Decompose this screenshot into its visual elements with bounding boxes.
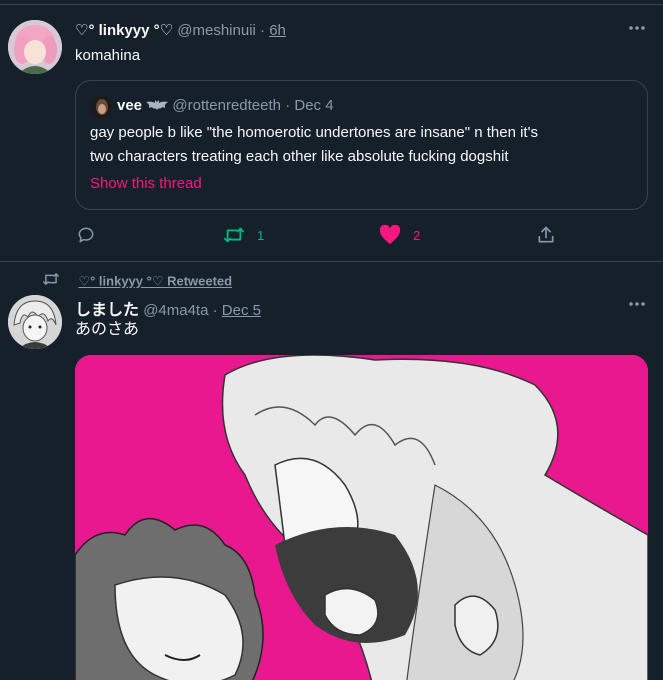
quote-avatar [90,96,112,118]
separator-dot: · [212,302,218,319]
tweet-text: あのさあ [75,321,140,338]
more-icon[interactable] [627,18,647,43]
tweet-image[interactable] [75,355,648,680]
more-icon[interactable] [627,294,647,319]
avatar-4ma4ta[interactable] [8,295,62,349]
reply-button[interactable] [76,225,96,245]
retweeted-by-label[interactable]: ♡° linkyyy °♡ Retweeted [78,274,232,289]
share-icon [536,225,556,245]
separator-dot: · [285,97,291,114]
top-divider [0,4,663,5]
like-button[interactable]: 2 [379,225,420,245]
tweet-divider [0,261,663,262]
quote-date: Dec 4 [294,97,334,114]
quoted-tweet[interactable]: vee @rottenredteeth · Dec 4 gay people b… [75,80,648,210]
separator-dot: · [260,22,266,39]
share-button[interactable] [536,225,556,245]
user-handle[interactable]: @meshinuii [177,22,256,39]
tweet1-header: ♡° linkyyy °♡ @meshinuii · 6h [75,21,286,39]
like-count: 2 [413,227,421,243]
retweeted-by-row: ♡° linkyyy °♡ Retweeted [42,271,232,292]
quote-header: vee @rottenredteeth · Dec 4 [117,97,334,115]
retweet-count: 1 [257,227,265,243]
bat-icon [146,98,169,115]
retweet-icon [223,225,245,245]
display-name[interactable]: しました [75,302,139,319]
retweet-small-icon [42,271,60,292]
tweet2-header: しました @4ma4ta · Dec 5 [75,296,261,320]
quote-text-line1: gay people b like "the homoerotic undert… [90,124,538,141]
show-thread-link[interactable]: Show this thread [90,175,202,192]
like-icon [379,225,401,245]
avatar-linkyyy[interactable] [8,20,62,74]
quote-text-line2: two characters treating each other like … [90,148,509,165]
tweet-text: komahina [75,47,141,64]
retweet-button[interactable]: 1 [223,225,264,245]
quote-handle: @rottenredteeth [172,97,282,114]
reply-icon [76,225,96,245]
quote-display-name: vee [117,97,143,114]
tweet-date[interactable]: Dec 5 [222,302,261,319]
user-handle[interactable]: @4ma4ta [143,302,208,319]
tweet-time[interactable]: 6h [269,22,286,39]
display-name[interactable]: ♡° linkyyy °♡ [75,22,173,39]
